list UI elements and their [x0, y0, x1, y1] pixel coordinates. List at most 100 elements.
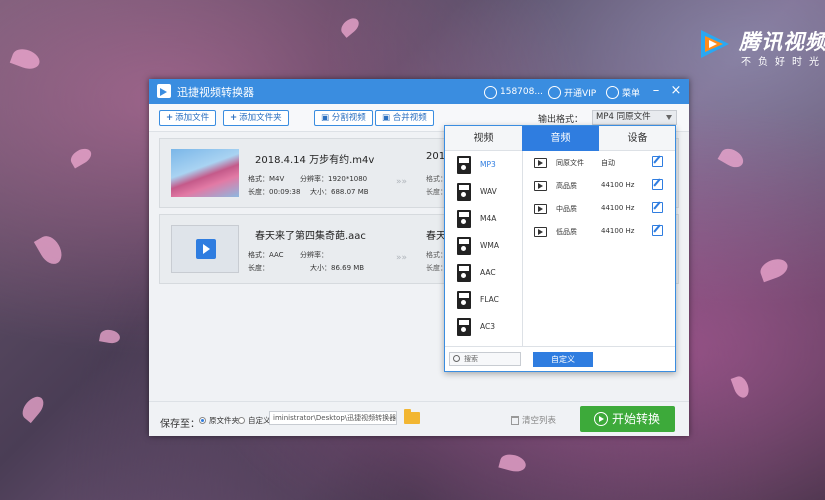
start-convert-button[interactable]: 开始转换 [580, 406, 675, 432]
tab-audio[interactable]: 音频 [522, 126, 599, 151]
app-title: 迅捷视频转换器 [177, 86, 254, 99]
folder-icon[interactable] [404, 409, 420, 424]
file-format: 格式：AAC [248, 251, 284, 259]
merge-video-button[interactable]: ▣ 合并视频 [375, 110, 434, 126]
output-format-label: 输出格式： [538, 115, 584, 125]
file-duration: 长度：00:09:38 [248, 188, 301, 196]
file-duration: 长度： [248, 264, 269, 272]
format-panel-footer: 搜索 自定义 [445, 346, 675, 371]
watermark-subtitle: 不负好时光 [741, 57, 825, 68]
source-folder-radio[interactable] [199, 417, 206, 424]
format-name: AC3 [480, 322, 496, 331]
custom-folder-label: 自定义 [248, 416, 271, 425]
edit-icon[interactable] [652, 156, 663, 167]
petal-decoration [338, 15, 362, 38]
format-item-flac[interactable]: FLAC [457, 291, 517, 315]
audio-format-icon [457, 291, 471, 309]
quality-option[interactable]: 低品质 44100 Hz [524, 221, 675, 244]
petal-decoration [33, 232, 67, 268]
video-thumbnail [171, 149, 239, 197]
file-format: 格式：M4V [248, 175, 285, 183]
audio-format-icon [457, 318, 471, 336]
clear-list-button[interactable]: 清空列表 [511, 414, 556, 426]
vip-button[interactable]: 开通VIP [548, 84, 596, 100]
add-file-label: 添加文件 [175, 113, 210, 123]
format-name: WMA [480, 241, 500, 250]
minimize-button[interactable]: – [648, 83, 664, 99]
tab-device[interactable]: 设备 [599, 126, 676, 151]
quality-option[interactable]: 高品质 44100 Hz [524, 175, 675, 198]
custom-format-button[interactable]: 自定义 [533, 352, 593, 367]
bottom-bar: 保存至： 原文件夹 自定义 iministrator\Desktop\迅捷视频转… [149, 401, 689, 436]
custom-folder-radio[interactable] [238, 417, 245, 424]
account-name: 158708... [500, 87, 543, 97]
format-list: MP3 WAV M4A WMA AAC FLAC AC3 [445, 151, 523, 346]
audio-quality-icon [534, 158, 547, 168]
petal-decoration [67, 145, 95, 169]
add-file-button[interactable]: + 添加文件 [159, 110, 217, 126]
menu-icon [606, 85, 619, 99]
quality-list: 同原文件 自动 高品质 44100 Hz 中品质 44100 Hz 低品质 44… [524, 151, 675, 346]
file-resolution: 分辨率： [300, 251, 328, 259]
vip-label: 开通VIP [564, 88, 597, 99]
search-placeholder: 搜索 [464, 355, 478, 363]
account-button[interactable]: 158708... [484, 84, 543, 100]
split-video-button[interactable]: ▣ 分割视频 [314, 110, 373, 126]
petal-decoration [99, 328, 121, 345]
quality-name: 低品质 [556, 228, 577, 236]
tab-video[interactable]: 视频 [445, 126, 522, 151]
edit-icon[interactable] [652, 179, 663, 190]
menu-label: 菜单 [622, 88, 641, 99]
format-item-wma[interactable]: WMA [457, 237, 517, 261]
quality-rate: 44100 Hz [601, 227, 635, 235]
add-folder-label: 添加文件夹 [239, 113, 282, 123]
output-format-select[interactable]: MP4 同原文件 [592, 110, 677, 125]
audio-quality-icon [534, 204, 547, 214]
file-size: 大小：688.07 MB [310, 188, 369, 196]
petal-decoration [498, 451, 528, 475]
plus-icon: + [166, 113, 174, 123]
file-name: 2018.4.14 万步有约.m4v [255, 155, 375, 166]
quality-option[interactable]: 中品质 44100 Hz [524, 198, 675, 221]
save-to-label: 保存至： [160, 419, 200, 430]
audio-quality-icon [534, 181, 547, 191]
start-convert-label: 开始转换 [612, 412, 661, 426]
clear-list-label: 清空列表 [522, 416, 557, 426]
format-name: MP3 [480, 160, 496, 169]
edit-icon[interactable] [652, 225, 663, 236]
menu-button[interactable]: 菜单 [606, 84, 640, 100]
petal-decoration [18, 392, 48, 424]
edit-icon[interactable] [652, 202, 663, 213]
format-name: FLAC [480, 295, 499, 304]
quality-rate: 44100 Hz [601, 181, 635, 189]
petal-decoration [730, 374, 752, 400]
output-path-field[interactable]: iministrator\Desktop\迅捷视频转换器 [269, 411, 397, 425]
format-dropdown-panel: 视频 音频 设备 MP3 WAV M4A WMA AAC FLAC AC3 同原… [444, 125, 676, 372]
audio-format-icon [457, 183, 471, 201]
file-name: 春天来了第四集奇葩.aac [255, 231, 366, 242]
format-item-wav[interactable]: WAV [457, 183, 517, 207]
watermark-title: 腾讯视频 [739, 30, 825, 54]
format-item-mp3[interactable]: MP3 [457, 156, 517, 180]
petal-decoration [757, 255, 791, 283]
format-search-input[interactable]: 搜索 [449, 352, 521, 366]
quality-option[interactable]: 同原文件 自动 [524, 152, 675, 175]
trash-icon [511, 415, 519, 425]
split-video-label: 分割视频 [331, 113, 366, 123]
format-item-m4a[interactable]: M4A [457, 210, 517, 234]
close-button[interactable]: × [668, 83, 684, 99]
quality-name: 中品质 [556, 205, 577, 213]
app-logo-icon [157, 84, 171, 98]
user-icon [484, 85, 497, 99]
format-item-ac3[interactable]: AC3 [457, 318, 517, 342]
file-size: 大小：86.69 MB [310, 264, 365, 272]
source-folder-label: 原文件夹 [209, 416, 239, 425]
audio-file-icon [196, 239, 216, 259]
add-folder-button[interactable]: + 添加文件夹 [223, 110, 289, 126]
split-icon: ▣ [321, 113, 332, 123]
plus-icon: + [230, 113, 238, 123]
vip-icon [548, 85, 561, 99]
format-item-aac[interactable]: AAC [457, 264, 517, 288]
play-circle-icon [594, 412, 608, 426]
audio-thumbnail [171, 225, 239, 273]
